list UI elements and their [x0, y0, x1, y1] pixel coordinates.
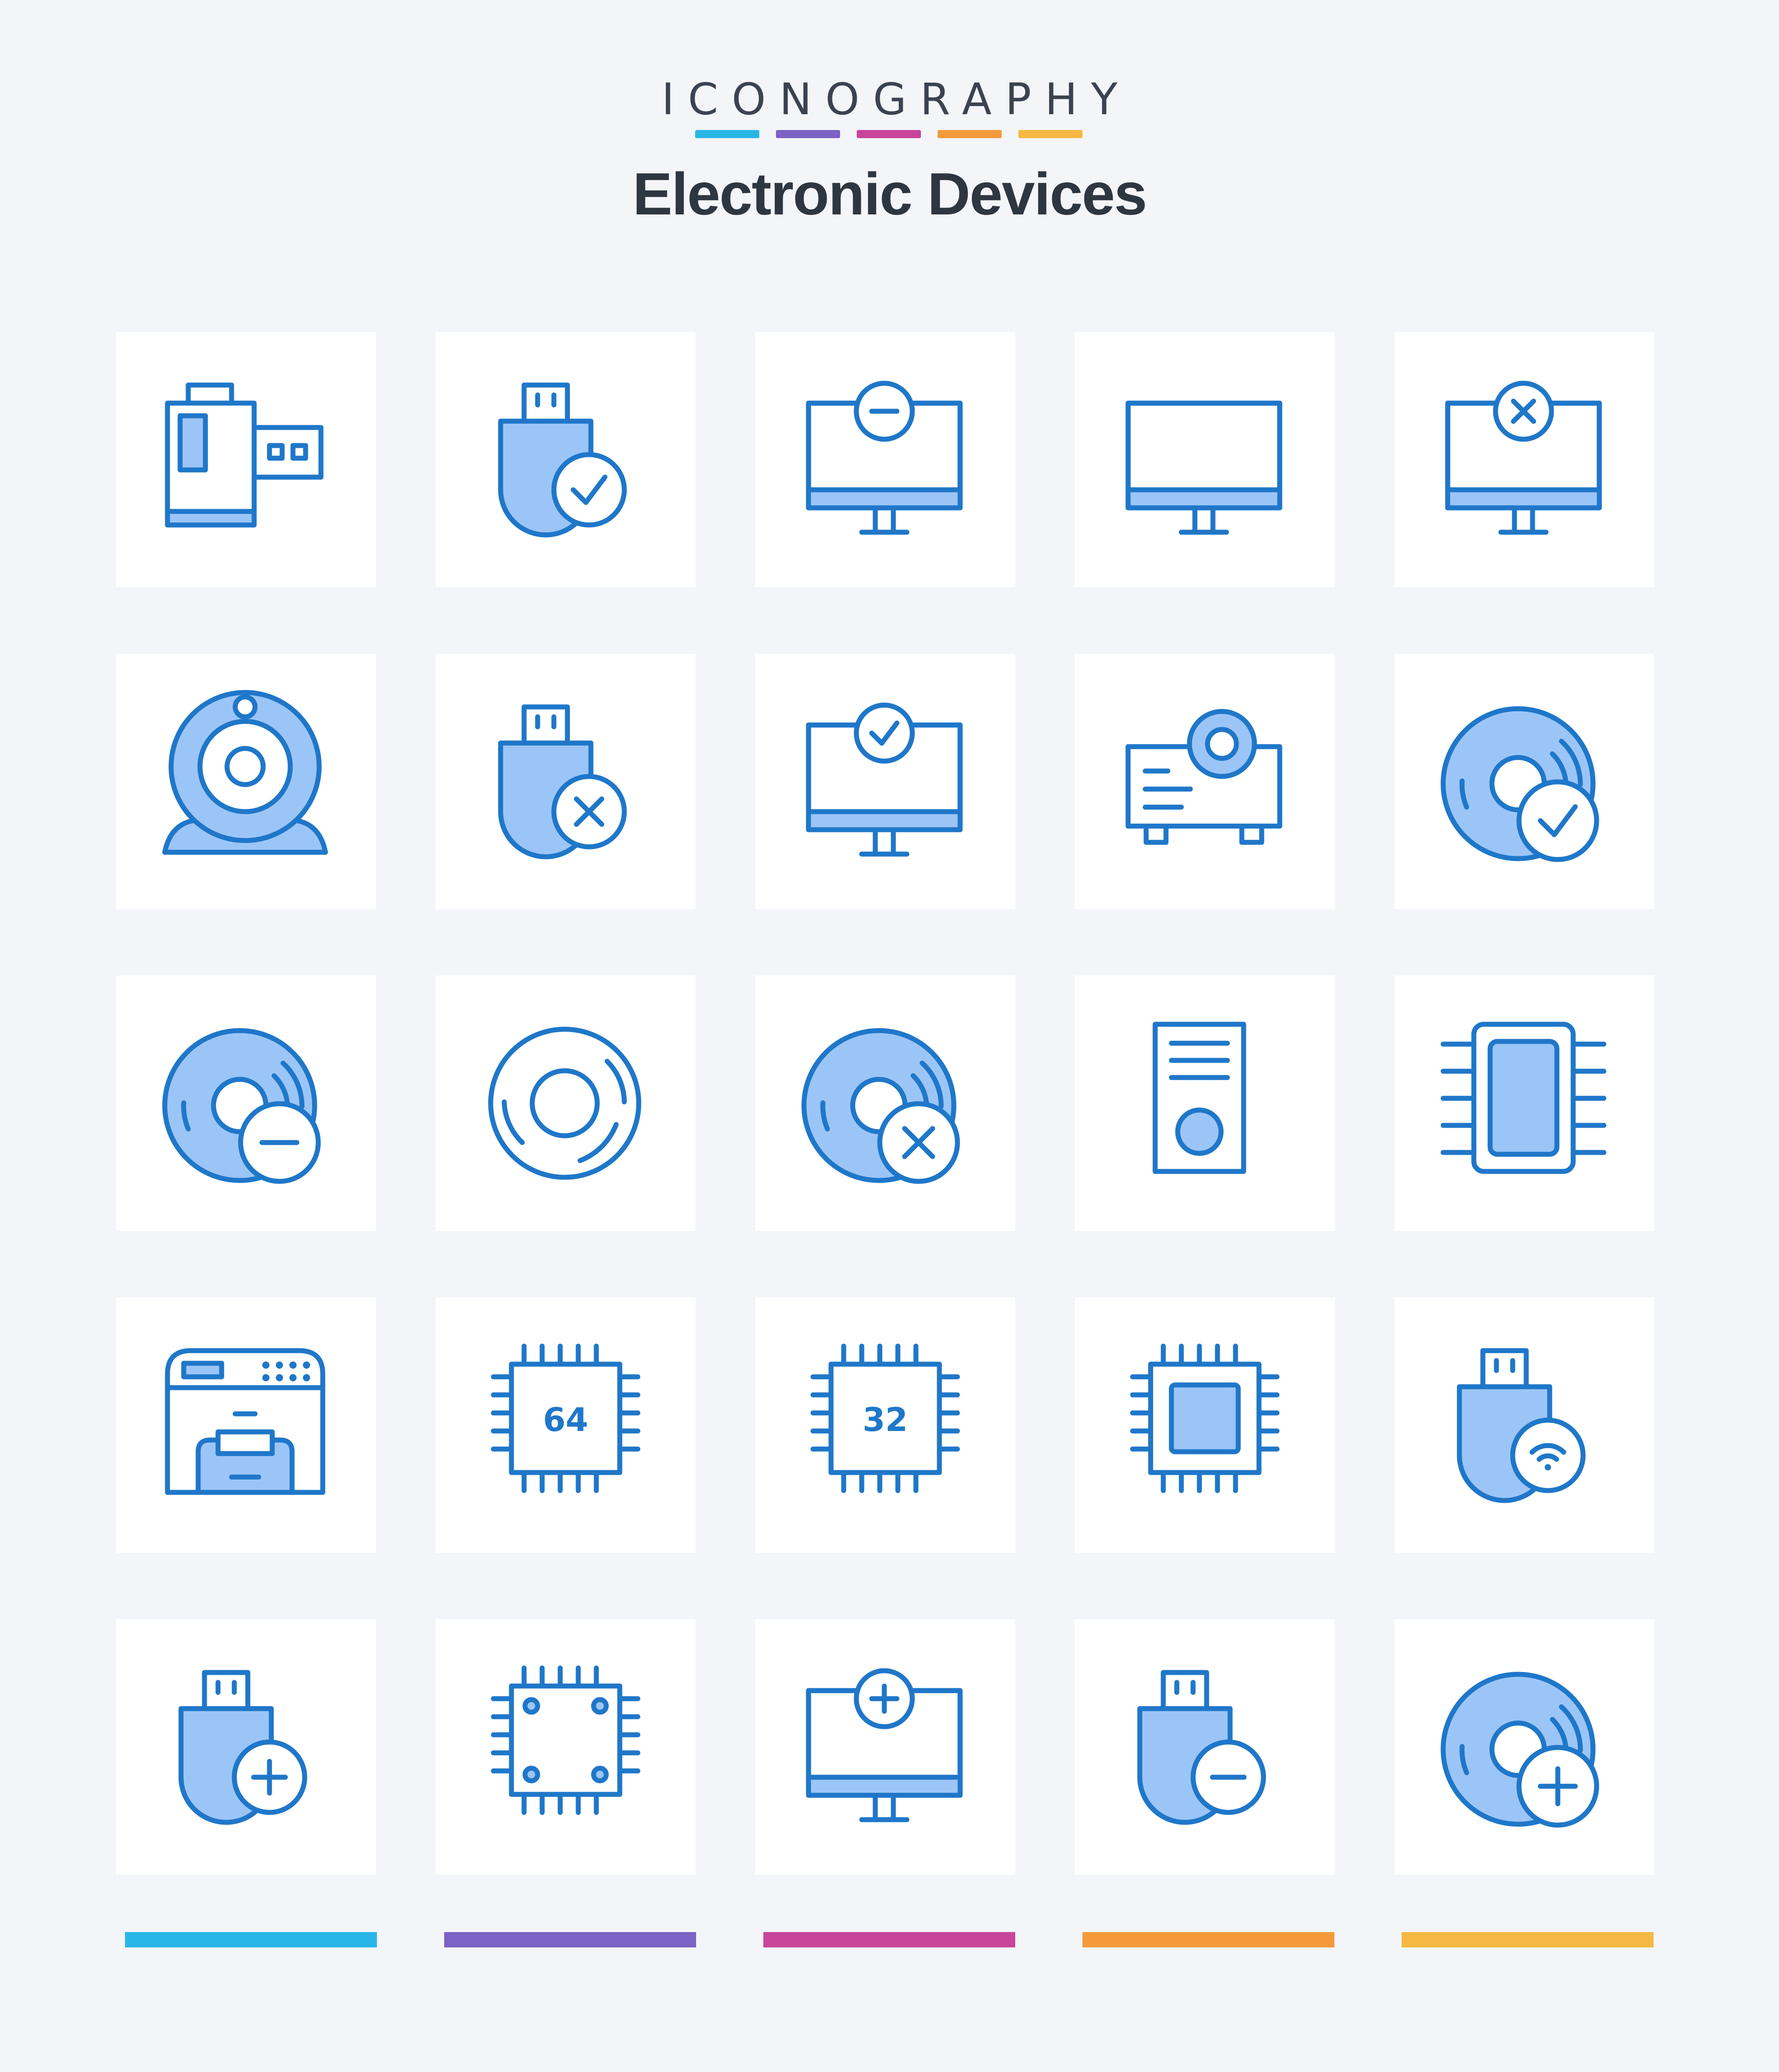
svg-text:32: 32	[863, 1401, 908, 1439]
cpu-icon	[1130, 1343, 1280, 1493]
chip-32-icon: 32	[810, 1343, 960, 1493]
projector-icon	[1125, 709, 1282, 845]
color-bar-2	[776, 130, 840, 138]
icon-grid: 64 32	[116, 332, 1654, 1878]
usb-check-tile	[436, 332, 696, 587]
printer-tile	[116, 1297, 376, 1553]
usb-minus-icon	[1137, 1670, 1266, 1825]
projector-tile	[1075, 654, 1335, 909]
disc-tile	[436, 976, 696, 1231]
color-bar-3	[857, 130, 921, 138]
speaker-tile	[1075, 976, 1335, 1231]
monitor-check-icon	[806, 702, 963, 857]
footer-bar-5	[1402, 1932, 1654, 1947]
brand-color-bars	[695, 130, 1083, 138]
monitor-icon	[1125, 400, 1282, 535]
chip-board-icon	[491, 1665, 641, 1815]
usb-wireless-icon	[1457, 1348, 1586, 1503]
page-title: Electronic Devices	[632, 161, 1147, 227]
disc-add-tile	[1394, 1619, 1654, 1875]
monitor-add-tile	[755, 1619, 1015, 1875]
cpu-tile	[1075, 1297, 1335, 1553]
disc-check-icon	[1440, 706, 1599, 862]
usb-check-icon	[498, 382, 627, 538]
chip-32-tile: 32	[755, 1297, 1015, 1553]
film-roll-icon	[165, 382, 324, 528]
footer-bar-4	[1082, 1932, 1334, 1947]
chip-64-icon: 64	[491, 1343, 641, 1493]
usb-close-tile	[436, 654, 696, 909]
chip-board-tile	[436, 1619, 696, 1875]
color-bar-1	[695, 130, 759, 138]
disc-minus-icon	[162, 1028, 321, 1184]
webcam-tile	[116, 654, 376, 909]
usb-add-tile	[116, 1619, 376, 1875]
header: ICONOGRAPHY Electronic Devices	[0, 0, 1779, 253]
color-bar-5	[1018, 130, 1082, 138]
disc-add-icon	[1440, 1672, 1599, 1828]
disc-check-tile	[1394, 654, 1654, 909]
usb-close-icon	[498, 704, 627, 859]
chip-64-tile: 64	[436, 1297, 696, 1553]
monitor-close-icon	[1445, 381, 1602, 535]
disc-minus-tile	[116, 976, 376, 1231]
brand-name: ICONOGRAPHY	[661, 74, 1131, 125]
usb-minus-tile	[1075, 1619, 1335, 1875]
disc-close-tile	[755, 976, 1015, 1231]
memory-chip-tile	[1394, 976, 1654, 1231]
monitor-check-tile	[755, 654, 1015, 909]
monitor-close-tile	[1394, 332, 1654, 587]
memory-chip-icon	[1440, 1022, 1607, 1174]
disc-close-icon	[801, 1028, 960, 1184]
color-bar-4	[938, 130, 1002, 138]
usb-add-icon	[178, 1670, 307, 1825]
svg-text:64: 64	[543, 1401, 588, 1439]
footer-color-bars	[0, 1932, 1779, 1950]
disc-icon	[488, 1027, 641, 1180]
speaker-icon	[1152, 1022, 1246, 1174]
footer-bar-2	[444, 1932, 696, 1947]
printer-icon	[165, 1348, 325, 1495]
footer-bar-1	[125, 1932, 377, 1947]
film-roll-tile	[116, 332, 376, 587]
monitor-minus-tile	[755, 332, 1015, 587]
footer-bar-3	[763, 1932, 1015, 1947]
usb-wireless-tile	[1394, 1297, 1654, 1553]
monitor-minus-icon	[806, 381, 963, 535]
monitor-tile	[1075, 332, 1335, 587]
webcam-icon	[162, 690, 328, 855]
monitor-add-icon	[806, 1668, 963, 1822]
